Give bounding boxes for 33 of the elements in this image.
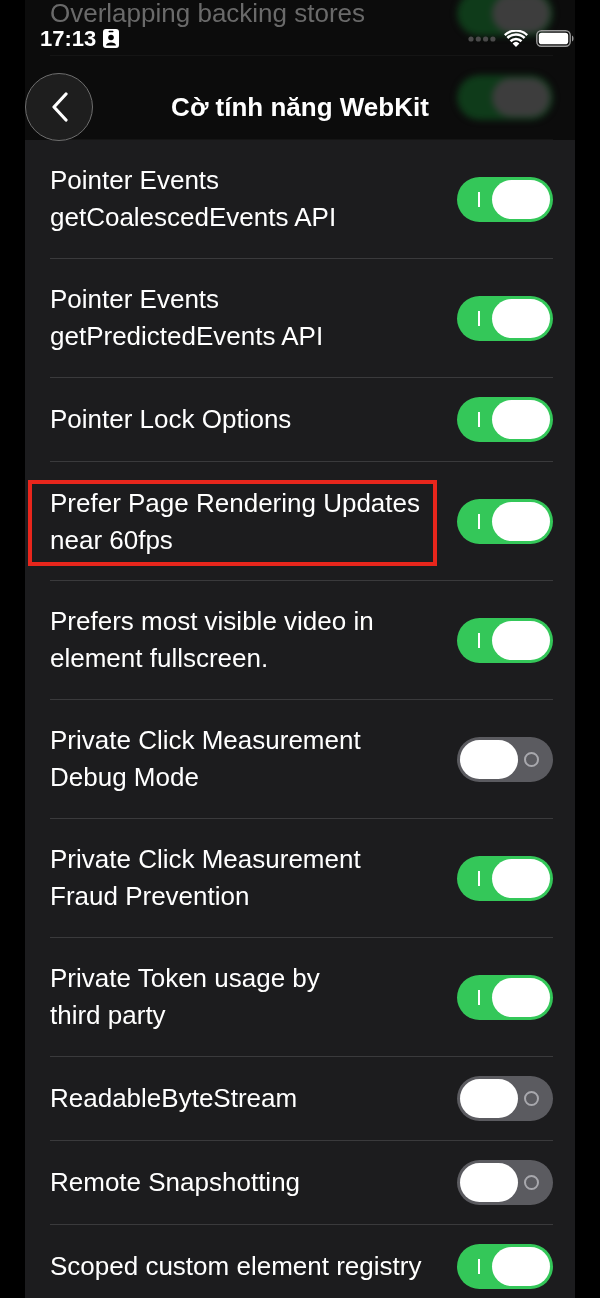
page-title: Cờ tính năng WebKit xyxy=(170,91,430,123)
setting-label: Remote Snapshotting xyxy=(50,1166,301,1199)
toggle-switch[interactable] xyxy=(457,1076,553,1121)
toggle-switch[interactable] xyxy=(457,0,553,36)
toggle-switch[interactable] xyxy=(457,736,553,782)
setting-label: ReadableByteStream xyxy=(50,1082,298,1115)
setting-label: Pointer Events getCoalescedEvents API xyxy=(50,164,337,234)
ring-icon xyxy=(524,751,539,767)
toggle-switch[interactable] xyxy=(457,75,553,120)
setting-label: Pointer Lock Options xyxy=(50,403,292,436)
setting-label: Prefers most visible video in element fullscreen. xyxy=(50,605,374,675)
chevron-left-icon xyxy=(50,92,68,122)
battery-icon xyxy=(536,30,575,47)
signal-icon xyxy=(468,35,496,42)
setting-label: Prefer Page Rendering Updates near 60fps xyxy=(50,488,420,555)
toggle-switch[interactable] xyxy=(457,397,553,442)
toggle-switch[interactable] xyxy=(457,617,553,663)
toggle-switch[interactable] xyxy=(457,498,553,544)
toggle-switch[interactable] xyxy=(457,176,553,222)
toggle-switch[interactable] xyxy=(457,1160,553,1205)
wifi-icon xyxy=(504,30,528,47)
setting-label: Private Click Measurement Fraud Prevention xyxy=(50,843,361,913)
toggle-switch[interactable] xyxy=(457,1244,553,1289)
setting-label: Private Token usage by third party xyxy=(50,962,320,1032)
setting-label: Private Click Measurement Debug Mode xyxy=(50,724,361,794)
ring-icon xyxy=(524,1175,539,1190)
person-card-icon xyxy=(103,29,120,48)
setting-label: Scoped custom element registry xyxy=(50,1250,422,1283)
toggle-switch[interactable] xyxy=(457,974,553,1020)
toggle-switch[interactable] xyxy=(457,855,553,901)
setting-label: Pointer Events getPredictedEvents API xyxy=(50,283,324,353)
ring-icon xyxy=(524,1091,539,1106)
toggle-switch[interactable] xyxy=(457,295,553,341)
